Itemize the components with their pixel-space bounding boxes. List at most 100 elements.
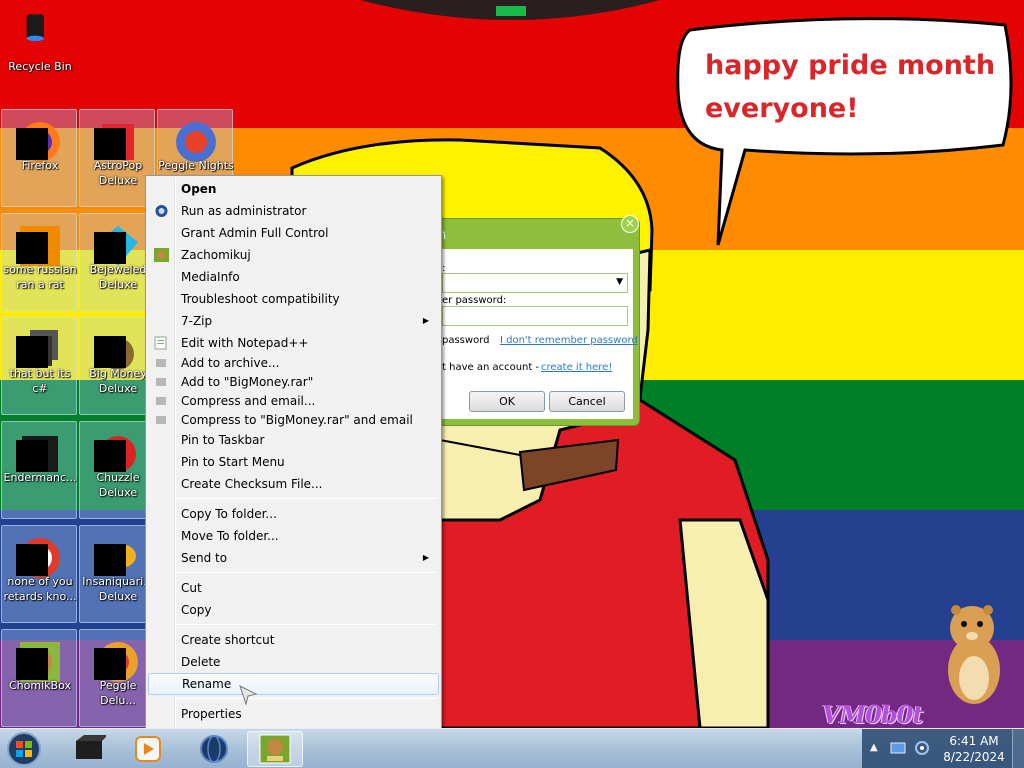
menu-item-label: Zachomikuj bbox=[181, 248, 251, 262]
menu-item-label: Pin to Taskbar bbox=[181, 433, 265, 447]
menu-item-label: Grant Admin Full Control bbox=[181, 226, 329, 240]
desktop-icon-label: Firefox bbox=[21, 159, 59, 172]
dialog-body: : ▼ er password: password I don't rememb… bbox=[434, 249, 638, 419]
menu-item-pin-taskbar[interactable]: Pin to Taskbar bbox=[148, 429, 439, 451]
redaction-box bbox=[16, 648, 48, 680]
submenu-arrow-icon: ▶ bbox=[422, 316, 429, 325]
menu-item-7zip[interactable]: 7-Zip ▶ bbox=[148, 310, 439, 332]
system-tray: ▲ 6:41 AM 8/22/2024 bbox=[862, 729, 1024, 768]
network-icon[interactable] bbox=[890, 741, 906, 755]
menu-item-label: Compress to "BigMoney.rar" and email bbox=[181, 413, 413, 427]
browser-globe-icon bbox=[200, 735, 228, 763]
menu-item-delete[interactable]: Delete bbox=[148, 651, 439, 673]
menu-item-send-to[interactable]: Send to ▶ bbox=[148, 547, 439, 569]
desktop-icon-label: some russian ran a rat bbox=[3, 263, 77, 291]
box-app-icon bbox=[76, 735, 106, 759]
speech-bubble-text: happy pride month everyone! bbox=[705, 44, 1005, 130]
redaction-box bbox=[94, 440, 126, 472]
cancel-button[interactable]: Cancel bbox=[549, 391, 625, 412]
password-field[interactable] bbox=[442, 306, 628, 326]
watermark-text: VM0b0t bbox=[822, 700, 923, 728]
desktop-icon-big-money[interactable]: Big Money Deluxe bbox=[79, 317, 155, 415]
desktop-icon-chomikbox[interactable]: ChomikBox bbox=[1, 629, 77, 727]
desktop-icon-some-russian[interactable]: some russian ran a rat bbox=[1, 213, 77, 311]
menu-item-copy[interactable]: Copy bbox=[148, 599, 439, 621]
desktop[interactable]: happy pride month everyone! VM0b0t Recyc… bbox=[0, 0, 1024, 728]
redaction-box bbox=[94, 336, 126, 368]
menu-item-properties[interactable]: Properties bbox=[148, 703, 439, 725]
redaction-box bbox=[16, 544, 48, 576]
desktop-icon-bejeweled[interactable]: Bejeweled Deluxe bbox=[79, 213, 155, 311]
menu-item-label: Open bbox=[181, 182, 217, 196]
no-account-text: t have an account - bbox=[442, 362, 540, 373]
menu-item-cut[interactable]: Cut bbox=[148, 577, 439, 599]
redaction-box bbox=[16, 336, 48, 368]
desktop-icon-none-of-you[interactable]: none of you retards kno... bbox=[1, 525, 77, 623]
menu-item-label: Run as administrator bbox=[181, 204, 307, 218]
forgot-password-link[interactable]: I don't remember password bbox=[500, 335, 638, 346]
hamster-icon bbox=[948, 605, 1000, 704]
close-icon[interactable]: × bbox=[621, 215, 639, 233]
menu-item-rename[interactable]: Rename bbox=[148, 673, 439, 695]
menu-item-pin-start[interactable]: Pin to Start Menu bbox=[148, 451, 439, 473]
menu-item-label: MediaInfo bbox=[181, 270, 240, 284]
chomikbox-icon bbox=[259, 734, 291, 764]
menu-item-grant-admin[interactable]: Grant Admin Full Control bbox=[148, 222, 439, 244]
desktop-icon-peggle[interactable]: Peggle Delu... bbox=[79, 629, 155, 727]
menu-item-label: Edit with Notepad++ bbox=[181, 336, 309, 350]
chevron-down-icon[interactable]: ▼ bbox=[616, 277, 623, 287]
menu-item-zachomikuj[interactable]: Zachomikuj bbox=[148, 244, 439, 266]
menu-item-move-to-folder[interactable]: Move To folder... bbox=[148, 525, 439, 547]
menu-item-compress-rar-email[interactable]: Compress to "BigMoney.rar" and email bbox=[148, 409, 439, 431]
redaction-box bbox=[16, 128, 48, 160]
taskbar-button-media-player[interactable] bbox=[120, 731, 176, 767]
archive-icon bbox=[156, 416, 166, 424]
menu-separator bbox=[176, 498, 437, 499]
menu-item-label: Add to "BigMoney.rar" bbox=[181, 375, 314, 389]
menu-item-label: Copy To folder... bbox=[181, 507, 277, 521]
menu-item-checksum[interactable]: Create Checksum File... bbox=[148, 473, 439, 495]
redaction-box bbox=[94, 232, 126, 264]
menu-item-label: Copy bbox=[181, 603, 212, 617]
menu-item-troubleshoot[interactable]: Troubleshoot compatibility bbox=[148, 288, 439, 310]
menu-item-notepadpp[interactable]: Edit with Notepad++ bbox=[148, 332, 439, 354]
menu-item-label: Troubleshoot compatibility bbox=[181, 292, 340, 306]
menu-item-copy-to-folder[interactable]: Copy To folder... bbox=[148, 503, 439, 525]
menu-item-label: Move To folder... bbox=[181, 529, 279, 543]
taskbar-button-box-app[interactable] bbox=[62, 731, 118, 767]
context-menu[interactable]: Open Run as administrator Grant Admin Fu… bbox=[145, 175, 442, 728]
archive-icon bbox=[156, 378, 166, 386]
menu-item-label: Send to bbox=[181, 551, 228, 565]
menu-item-open[interactable]: Open bbox=[148, 178, 439, 200]
menu-item-create-shortcut[interactable]: Create shortcut bbox=[148, 629, 439, 651]
create-account-link[interactable]: create it here! bbox=[541, 362, 612, 373]
volume-icon[interactable] bbox=[914, 740, 930, 756]
desktop-icon-endermanc[interactable]: Endermanc... bbox=[1, 421, 77, 519]
desktop-icon-insaniquarium[interactable]: Insaniquari... Deluxe bbox=[79, 525, 155, 623]
start-orb-icon[interactable] bbox=[4, 730, 44, 768]
ok-button[interactable]: OK bbox=[469, 391, 545, 412]
recycle-bin-icon bbox=[26, 14, 44, 41]
menu-separator bbox=[176, 624, 437, 625]
show-hidden-icons-icon[interactable]: ▲ bbox=[870, 742, 878, 753]
desktop-icon-recycle-bin[interactable]: Recycle Bin bbox=[1, 2, 77, 100]
menu-item-label: Create shortcut bbox=[181, 633, 275, 647]
speech-bubble-line-1: happy pride month bbox=[705, 50, 996, 81]
menu-item-run-as-admin[interactable]: Run as administrator bbox=[148, 200, 439, 222]
login-combobox[interactable]: ▼ bbox=[442, 273, 628, 293]
desktop-icon-chuzzle[interactable]: Chuzzle Deluxe bbox=[79, 421, 155, 519]
taskbar-button-browser[interactable] bbox=[186, 731, 242, 767]
menu-item-label: Add to archive... bbox=[181, 356, 280, 370]
clock[interactable]: 6:41 AM 8/22/2024 bbox=[942, 733, 1006, 765]
remember-password-label[interactable]: password bbox=[442, 335, 489, 346]
menu-item-mediainfo[interactable]: MediaInfo bbox=[148, 266, 439, 288]
menu-item-label: Compress and email... bbox=[181, 394, 316, 408]
login-dialog[interactable]: n × : ▼ er password: password I don't re… bbox=[427, 215, 640, 426]
show-desktop-button[interactable] bbox=[1012, 729, 1024, 768]
taskbar-button-chomikbox[interactable] bbox=[247, 731, 303, 767]
desktop-icon-firefox[interactable]: Firefox bbox=[1, 109, 77, 207]
chomikbox-icon bbox=[154, 248, 169, 262]
desktop-icon-astropop[interactable]: AstroPop Deluxe bbox=[79, 109, 155, 207]
desktop-icon-c-sharp[interactable]: that but its c# bbox=[1, 317, 77, 415]
submenu-arrow-icon: ▶ bbox=[422, 553, 429, 562]
